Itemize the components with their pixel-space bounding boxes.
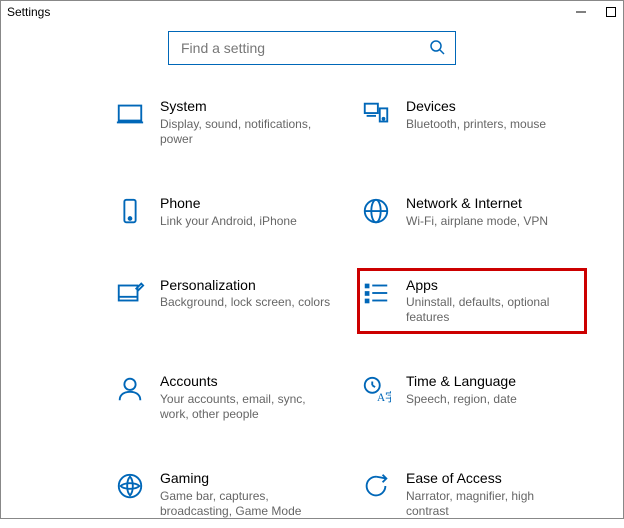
tile-label: System [160,98,332,115]
tile-desc: Speech, region, date [406,392,517,407]
svg-text:A字: A字 [377,391,391,405]
apps-icon [360,277,392,309]
maximize-button[interactable] [605,6,617,18]
system-icon [114,98,146,130]
settings-grid: System Display, sound, notifications, po… [1,89,623,528]
tile-system[interactable]: System Display, sound, notifications, po… [111,89,341,156]
tile-label: Apps [406,277,578,294]
search-wrap [1,31,623,65]
tile-label: Phone [160,195,297,212]
search-input[interactable] [179,39,429,57]
tile-label: Time & Language [406,373,517,390]
window-controls [575,6,617,18]
tile-ease-of-access[interactable]: Ease of Access Narrator, magnifier, high… [357,461,587,528]
ease-of-access-icon [360,470,392,502]
tile-gaming[interactable]: Gaming Game bar, captures, broadcasting,… [111,461,341,528]
tile-label: Gaming [160,470,332,487]
tile-label: Network & Internet [406,195,548,212]
tile-desc: Link your Android, iPhone [160,214,297,229]
network-icon [360,195,392,227]
tile-time-language[interactable]: A字 Time & Language Speech, region, date [357,364,587,431]
tile-network[interactable]: Network & Internet Wi-Fi, airplane mode,… [357,186,587,238]
tile-devices[interactable]: Devices Bluetooth, printers, mouse [357,89,587,156]
phone-icon [114,195,146,227]
minimize-button[interactable] [575,6,587,18]
devices-icon [360,98,392,130]
personalization-icon [114,277,146,309]
accounts-icon [114,373,146,405]
tile-phone[interactable]: Phone Link your Android, iPhone [111,186,341,238]
tile-personalization[interactable]: Personalization Background, lock screen,… [111,268,341,335]
tile-label: Personalization [160,277,330,294]
tile-desc: Game bar, captures, broadcasting, Game M… [160,489,332,519]
tile-accounts[interactable]: Accounts Your accounts, email, sync, wor… [111,364,341,431]
tile-desc: Your accounts, email, sync, work, other … [160,392,332,422]
tile-label: Devices [406,98,546,115]
search-box[interactable] [168,31,456,65]
gaming-icon [114,470,146,502]
tile-desc: Narrator, magnifier, high contrast [406,489,578,519]
tile-desc: Background, lock screen, colors [160,295,330,310]
tile-desc: Bluetooth, printers, mouse [406,117,546,132]
tile-apps[interactable]: Apps Uninstall, defaults, optional featu… [357,268,587,335]
time-language-icon: A字 [360,373,392,405]
titlebar: Settings [1,1,623,23]
tile-desc: Display, sound, notifications, power [160,117,332,147]
tile-desc: Uninstall, defaults, optional features [406,295,578,325]
tile-desc: Wi-Fi, airplane mode, VPN [406,214,548,229]
tile-label: Ease of Access [406,470,578,487]
tile-label: Accounts [160,373,332,390]
window-title: Settings [7,5,50,19]
search-icon [429,39,445,58]
